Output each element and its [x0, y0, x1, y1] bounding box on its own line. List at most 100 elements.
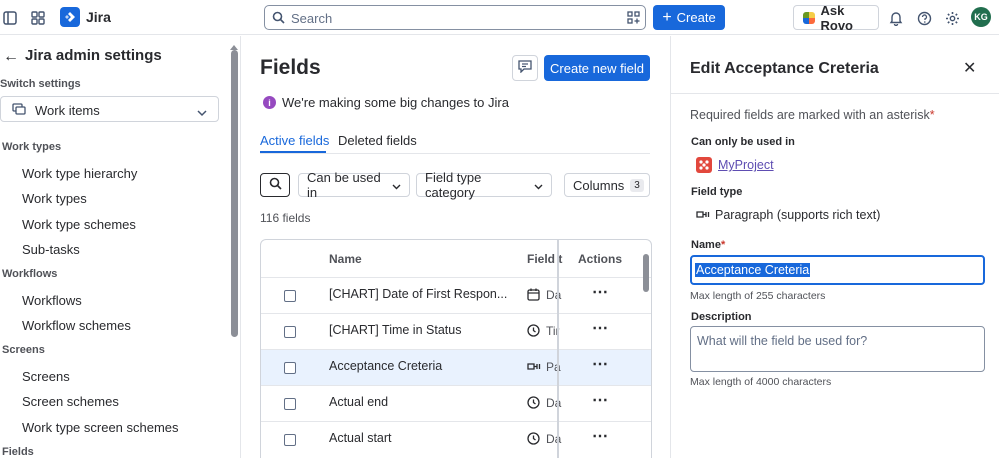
- column-header-name[interactable]: Name: [329, 252, 362, 266]
- tab-deleted-fields[interactable]: Deleted fields: [338, 133, 417, 148]
- field-type: Da: [546, 396, 562, 410]
- sidebar-item-work-types[interactable]: Work types: [22, 191, 87, 206]
- columns-label: Columns: [573, 177, 625, 193]
- field-name[interactable]: Actual end: [329, 395, 388, 409]
- name-field[interactable]: Acceptance Creteria: [690, 255, 985, 285]
- jira-logo-icon[interactable]: [60, 7, 80, 27]
- create-button[interactable]: + Create: [653, 5, 725, 30]
- name-label: Name*: [691, 239, 725, 251]
- create-new-field-button[interactable]: Create new field: [544, 55, 650, 81]
- can-only-be-used-label: Can only be used in: [691, 136, 795, 148]
- section-workflows: Workflows: [2, 268, 58, 280]
- field-name[interactable]: Actual start: [329, 431, 392, 445]
- table-row[interactable]: Acceptance Creteria Pa ⋯: [261, 349, 651, 385]
- field-name[interactable]: [CHART] Time in Status: [329, 323, 461, 337]
- sidebar-item-work-type-schemes[interactable]: Work type schemes: [22, 217, 136, 232]
- field-type-value: Paragraph (supports rich text): [715, 208, 881, 222]
- top-navigation-bar: Jira Search + Create Ask Rovo KG: [0, 0, 999, 35]
- notifications-bell-icon[interactable]: [886, 8, 906, 28]
- project-link[interactable]: MyProject: [718, 158, 774, 172]
- field-name[interactable]: Acceptance Creteria: [329, 359, 442, 373]
- app-switcher-icon[interactable]: [28, 8, 48, 28]
- chevron-down-icon: [534, 178, 543, 193]
- search-input[interactable]: Search: [264, 5, 646, 30]
- project-avatar-icon: [696, 157, 712, 173]
- sidebar-item-screens[interactable]: Screens: [22, 369, 70, 384]
- row-checkbox[interactable]: [284, 326, 296, 338]
- sidebar-scrollbar-thumb[interactable]: [231, 50, 238, 337]
- row-checkbox[interactable]: [284, 398, 296, 410]
- name-field-value: Acceptance Creteria: [695, 263, 811, 277]
- panel-divider: [671, 93, 999, 94]
- user-avatar[interactable]: KG: [971, 7, 991, 27]
- chevron-down-icon: [197, 105, 207, 120]
- back-arrow-icon[interactable]: ←: [3, 48, 19, 66]
- table-row[interactable]: [CHART] Time in Status Tir ⋯: [261, 313, 651, 349]
- page-title: Fields: [260, 56, 321, 79]
- more-actions-icon[interactable]: ⋯: [592, 318, 609, 338]
- sidebar-item-sub-tasks[interactable]: Sub-tasks: [22, 242, 80, 257]
- sticky-column-divider: [557, 240, 559, 458]
- info-icon: i: [263, 96, 276, 109]
- table-row[interactable]: Actual end Da ⋯: [261, 385, 651, 421]
- fields-page: Fields Create new field i We're making s…: [242, 36, 669, 458]
- feedback-button[interactable]: [512, 55, 538, 81]
- field-type-category-label: Field type category: [425, 170, 482, 200]
- more-actions-icon[interactable]: ⋯: [592, 426, 609, 446]
- edit-field-panel: Edit Acceptance Creteria ✕ Required fiel…: [670, 36, 999, 458]
- feedback-icon: [518, 60, 532, 76]
- table-row[interactable]: Actual start Da ⋯: [261, 421, 651, 457]
- help-icon[interactable]: [914, 8, 934, 28]
- field-type: Da: [546, 288, 562, 302]
- row-checkbox[interactable]: [284, 290, 296, 302]
- required-asterisk: *: [720, 239, 726, 251]
- calendar-icon: [527, 288, 541, 302]
- sidebar-item-workflow-schemes[interactable]: Workflow schemes: [22, 318, 131, 333]
- field-type-category-filter[interactable]: Field type category: [416, 170, 552, 200]
- table-row[interactable]: [CHART] Date of First Respon... Da ⋯: [261, 277, 651, 313]
- paragraph-icon: [696, 208, 710, 222]
- active-tab-indicator: [260, 151, 326, 153]
- table-scrollbar-thumb[interactable]: [643, 254, 649, 292]
- section-fields: Fields: [2, 446, 34, 458]
- settings-gear-icon[interactable]: [942, 8, 962, 28]
- search-filter-icon[interactable]: [627, 11, 640, 27]
- row-checkbox[interactable]: [284, 434, 296, 446]
- description-field[interactable]: What will the field be used for?: [690, 326, 985, 372]
- rovo-logo-icon: [803, 11, 815, 24]
- description-placeholder: What will the field be used for?: [697, 334, 868, 348]
- sidebar-item-work-type-hierarchy[interactable]: Work type hierarchy: [22, 166, 137, 181]
- filter-search-button[interactable]: [260, 173, 290, 197]
- panel-title: Edit Acceptance Creteria: [690, 60, 879, 77]
- sidebar-item-work-type-screen-schemes[interactable]: Work type screen schemes: [22, 420, 179, 435]
- can-be-used-in-filter[interactable]: Can be used in: [298, 170, 410, 200]
- app-name[interactable]: Jira: [86, 9, 111, 25]
- more-actions-icon[interactable]: ⋯: [592, 354, 609, 374]
- row-checkbox[interactable]: [284, 362, 296, 374]
- columns-button[interactable]: Columns 3: [564, 173, 650, 197]
- plus-icon: +: [662, 8, 672, 26]
- ask-rovo-label: Ask Rovo: [820, 2, 854, 33]
- sidebar-title: Jira admin settings: [25, 47, 162, 64]
- sidebar-item-screen-schemes[interactable]: Screen schemes: [22, 394, 119, 409]
- search-placeholder: Search: [291, 11, 333, 26]
- switch-settings-select[interactable]: Work items: [0, 96, 219, 122]
- clock-icon: [527, 396, 541, 410]
- more-actions-icon[interactable]: ⋯: [592, 282, 609, 302]
- section-work-types: Work types: [2, 141, 62, 153]
- close-icon[interactable]: ✕: [963, 58, 976, 78]
- can-be-used-in-label: Can be used in: [307, 170, 381, 200]
- more-actions-icon[interactable]: ⋯: [592, 390, 609, 410]
- fields-count: 116 fields: [260, 211, 311, 225]
- name-hint: Max length of 255 characters: [690, 290, 826, 302]
- field-name[interactable]: [CHART] Date of First Respon...: [329, 287, 507, 301]
- clock-icon: [527, 324, 541, 338]
- sidebar-toggle-icon[interactable]: [0, 8, 20, 28]
- description-label: Description: [691, 311, 752, 323]
- sidebar-item-workflows[interactable]: Workflows: [22, 293, 82, 308]
- ask-rovo-button[interactable]: Ask Rovo: [793, 2, 879, 33]
- required-note-text: Required fields are marked with an aster…: [690, 108, 930, 122]
- chevron-down-icon: [392, 178, 401, 193]
- field-type: Da: [546, 432, 562, 446]
- tab-active-fields[interactable]: Active fields: [260, 133, 329, 148]
